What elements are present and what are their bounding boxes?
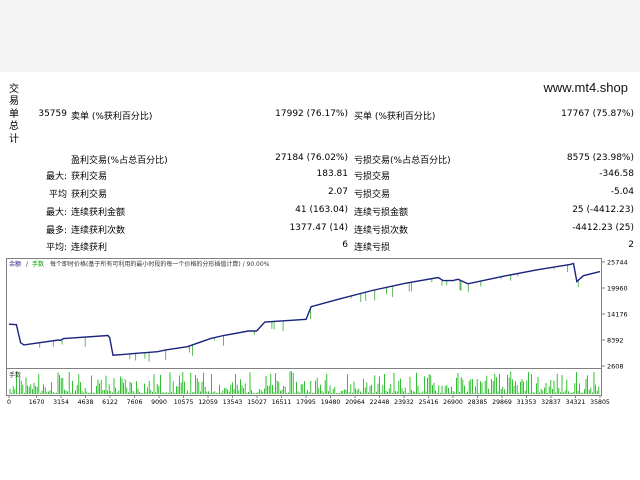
x-tick-label: 1670 (29, 399, 45, 406)
stat-row-prefix: 最大: (45, 208, 67, 218)
stat-row-right-value: 25 (-4412.23) (572, 205, 634, 215)
x-tick-label: 22448 (370, 399, 390, 406)
stat-row-right-value: 2 (628, 240, 634, 250)
stat-row-left-value: 6 (342, 240, 348, 250)
x-tick-label: 17995 (296, 399, 316, 406)
y-tick-label: 14176 (607, 311, 628, 319)
stat-row-right-value: -346.58 (599, 169, 634, 179)
x-tick-label: 23932 (394, 399, 414, 406)
x-tick-label: 15027 (247, 399, 267, 406)
short-trades-label: 卖单 (%获利百分比) (71, 112, 153, 122)
stat-row-left-label: 连续获利金额 (71, 208, 126, 218)
legend-lots: 手数 (32, 260, 44, 268)
x-tick-label: 20964 (345, 399, 365, 406)
brand-watermark: www.mt4.shop (543, 80, 628, 95)
stat-row-left-value: 1377.47 (14) (289, 223, 348, 233)
x-tick-label: 0 (7, 399, 11, 406)
x-tick-label: 25416 (419, 399, 439, 406)
vertical-label-char: 单 (9, 108, 19, 120)
stat-row-left-value: 2.07 (327, 187, 348, 197)
long-trades-value: 17767 (75.87%) (561, 109, 634, 119)
model-description: 每个即时价格(基于所有可利用的最小时段的每一个价格的分形插值计算) / 90.0… (50, 260, 270, 268)
stat-row-right-label: 连续亏损次数 (354, 226, 409, 236)
stat-row-prefix: 平均 (48, 190, 67, 200)
x-tick-label: 13543 (223, 399, 243, 406)
long-trades-label: 买单 (%获利百分比) (354, 112, 436, 122)
stat-row-right-value: -5.04 (610, 187, 634, 197)
stat-row-right-value: -4412.23 (25) (572, 223, 634, 233)
x-tick-label: 28385 (468, 399, 488, 406)
vertical-label-char: 总 (9, 121, 19, 133)
x-tick-label: 3154 (53, 399, 69, 406)
vertical-label-char: 计 (9, 133, 19, 145)
x-tick-label: 12059 (198, 399, 218, 406)
y-tick-label: 25744 (607, 259, 628, 267)
x-tick-label: 29869 (492, 399, 512, 406)
loss-trades-value: 8575 (23.98%) (566, 153, 634, 163)
stat-row-right-label: 亏损交易 (354, 172, 391, 182)
x-axis-ticks: 0 1670 3154 4638 6122 7606 9090 10575 12059 13543… (7, 395, 610, 406)
y-tick-label: 19960 (607, 285, 628, 293)
x-tick-label: 26900 (443, 399, 463, 406)
stat-row-left-label: 连续获利次数 (71, 226, 126, 236)
legend-balance: 余额 (9, 260, 21, 268)
x-tick-label: 19480 (321, 399, 341, 406)
volume-label: 手数 (9, 371, 21, 379)
x-tick-label: 34321 (566, 399, 586, 406)
total-trades-value: 35759 (38, 109, 67, 119)
stat-row-prefix: 最大: (45, 172, 67, 182)
stat-row-right-label: 连续亏损金额 (354, 208, 409, 218)
x-tick-label: 6122 (102, 399, 118, 406)
stat-row-right-label: 亏损交易 (354, 190, 391, 200)
y-tick-label: 2608 (607, 363, 624, 371)
stat-row-left-label: 获利交易 (71, 172, 108, 182)
report-section-label: 交 易 单 总 计 (8, 84, 20, 146)
x-tick-label: 35805 (590, 399, 610, 406)
stat-row-left-value: 183.81 (316, 169, 349, 179)
stat-row-prefix: 最多: (45, 226, 67, 236)
stat-row-prefix: 平均: (45, 243, 67, 253)
loss-trades-label: 亏损交易(%占总百分比) (354, 156, 451, 166)
profit-trades-label: 盈利交易(%占总百分比) (71, 156, 168, 166)
x-tick-label: 9090 (151, 399, 167, 406)
vertical-label-char: 交 (9, 84, 19, 95)
x-tick-label: 4638 (78, 399, 94, 406)
vertical-label-char: 易 (9, 96, 19, 108)
x-tick-label: 7606 (127, 399, 143, 406)
short-trades-value: 17992 (76.17%) (275, 109, 348, 119)
x-tick-label: 31353 (517, 399, 537, 406)
y-axis-ticks: 25744 19960 14176 8392 2608 (601, 259, 628, 371)
balance-chart: 25744 19960 14176 8392 2608 0 1670 3154 4638 612… (6, 258, 632, 406)
stat-row-left-label: 连续获利 (71, 243, 108, 253)
profit-trades-value: 27184 (76.02%) (275, 153, 348, 163)
y-tick-label: 8392 (607, 337, 624, 345)
stat-row-left-label: 获利交易 (71, 190, 108, 200)
x-tick-label: 32837 (541, 399, 561, 406)
balance-chart-svg: 25744 19960 14176 8392 2608 0 1670 3154 4638 612… (6, 258, 628, 406)
stat-row-left-value: 41 (163.04) (295, 205, 348, 215)
stat-row-right-label: 连续亏损 (354, 243, 391, 253)
x-tick-label: 10575 (174, 399, 194, 406)
x-tick-label: 16511 (272, 399, 292, 406)
top-background (0, 0, 640, 72)
